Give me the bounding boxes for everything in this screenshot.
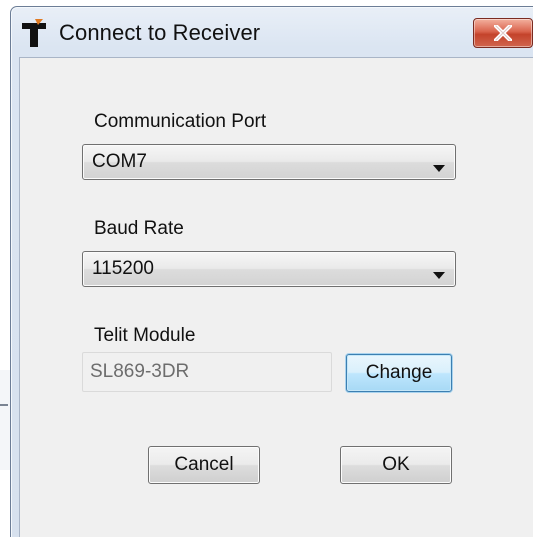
screen: Connect to Receiver Communication Port C… [0, 0, 533, 537]
port-select[interactable]: COM7 [82, 144, 456, 180]
dialog-client-area: Communication Port COM7 Baud Rate 115200… [19, 57, 533, 537]
title-bar[interactable]: Connect to Receiver [11, 7, 533, 61]
chevron-down-icon [433, 159, 445, 177]
module-field: SL869-3DR [82, 352, 332, 392]
port-select-value: COM7 [92, 151, 147, 172]
chevron-down-icon [433, 266, 445, 284]
ok-button[interactable]: OK [340, 446, 452, 484]
window-title: Connect to Receiver [59, 20, 261, 45]
baud-select-value: 115200 [92, 258, 154, 279]
close-button[interactable] [473, 18, 533, 48]
close-x-icon [494, 25, 512, 41]
baud-label: Baud Rate [94, 218, 184, 239]
cancel-button[interactable]: Cancel [148, 446, 260, 484]
telit-t-icon [21, 19, 49, 49]
module-label: Telit Module [94, 325, 196, 346]
port-label: Communication Port [94, 111, 267, 132]
change-button[interactable]: Change [346, 354, 452, 392]
module-field-value: SL869-3DR [90, 361, 190, 382]
connect-dialog: Connect to Receiver Communication Port C… [10, 6, 533, 537]
background-divider [0, 404, 8, 406]
baud-select[interactable]: 115200 [82, 251, 456, 287]
